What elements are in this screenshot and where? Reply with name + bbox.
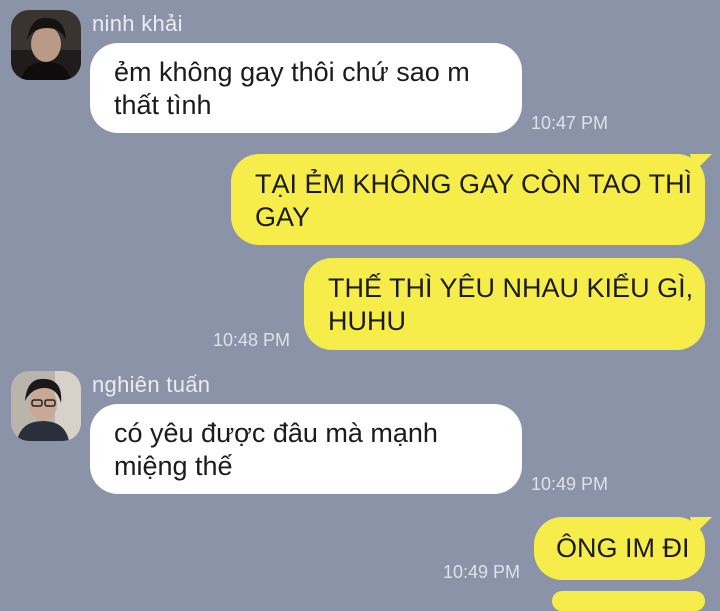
message-bubble-outgoing[interactable]: ÔNG IM ĐI <box>534 517 705 580</box>
message-bubble-outgoing[interactable]: THẾ THÌ YÊU NHAU KIỂU GÌ, HUHU <box>304 258 705 350</box>
avatar-ninh-khai[interactable] <box>11 10 81 80</box>
bubble-tail <box>690 517 712 535</box>
message-text-line: ÔNG IM ĐI <box>556 533 690 563</box>
chat-thread: ninh khải ẻm không gay thôi chứ sao m th… <box>0 0 720 611</box>
avatar-nghien-tuan[interactable] <box>11 371 81 441</box>
message-text-line: HUHU <box>328 306 406 336</box>
avatar-photo-icon <box>11 371 81 441</box>
message-bubble-outgoing[interactable]: TẠI ẺM KHÔNG GAY CÒN TAO THÌ GAY <box>231 154 705 245</box>
message-text-line: THẾ THÌ YÊU NHAU KIỂU GÌ, <box>328 273 694 303</box>
message-text-line: miệng thế <box>114 451 233 481</box>
message-text-line: thất tình <box>114 90 212 120</box>
message-text-line: có yêu được đâu mà mạnh <box>114 418 438 448</box>
message-timestamp: 10:47 PM <box>531 113 609 133</box>
message-text-line: ẻm không gay thôi chứ sao m <box>114 57 470 87</box>
message-timestamp: 10:48 PM <box>213 330 291 350</box>
bubble-tail <box>690 154 712 172</box>
message-timestamp: 10:49 PM <box>531 474 609 494</box>
message-bubble-incoming[interactable]: ẻm không gay thôi chứ sao m thất tình <box>90 43 522 133</box>
message-timestamp: 10:49 PM <box>443 562 521 582</box>
message-text-line: GAY <box>255 202 311 232</box>
message-bubble-incoming[interactable]: có yêu được đâu mà mạnh miệng thế <box>90 404 522 494</box>
sender-name: ninh khải <box>92 11 183 36</box>
message-bubble-outgoing-partial[interactable] <box>552 591 705 611</box>
avatar-photo-icon <box>11 10 81 80</box>
sender-name: nghiên tuấn <box>92 372 211 397</box>
message-text-line: TẠI ẺM KHÔNG GAY CÒN TAO THÌ <box>255 169 693 199</box>
